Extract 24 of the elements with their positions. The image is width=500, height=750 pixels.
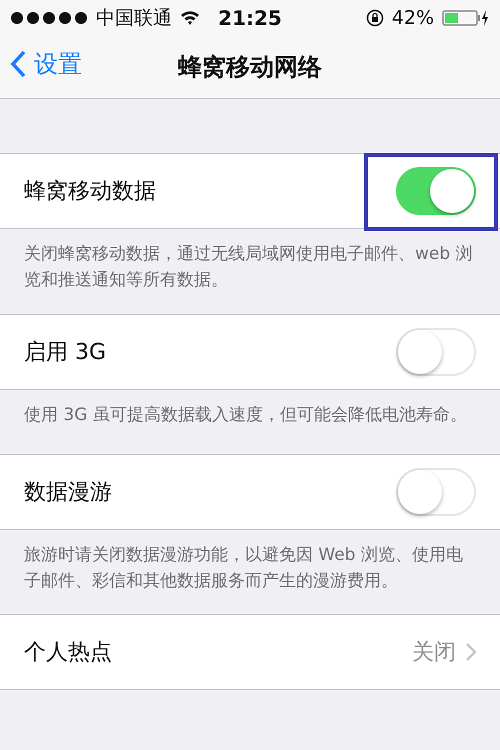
settings-row[interactable]: 蜂窝移动数据 <box>0 153 500 229</box>
rotation-lock-icon <box>366 9 384 27</box>
row-label: 个人热点 <box>24 639 113 668</box>
clock-time: 21:25 <box>218 6 282 30</box>
row-label: 数据漫游 <box>24 478 113 507</box>
section-footer: 使用 3G 虽可提高数据载入速度，但可能会降低电池寿命。 <box>0 390 500 454</box>
section-footer: 旅游时请关闭数据漫游功能，以避免因 Web 浏览、使用电子邮件、彩信和其他数据服务而产生的漫游费用。 <box>0 530 500 614</box>
row-label: 蜂窝移动数据 <box>24 178 157 206</box>
chevron-right-icon <box>466 643 476 662</box>
page-title: 蜂窝移动网络 <box>178 52 322 83</box>
back-button[interactable]: 设置 <box>10 48 82 80</box>
chevron-left-icon <box>10 50 26 78</box>
settings-row[interactable]: 个人热点 关闭 <box>0 614 500 690</box>
battery-percent: 42% <box>392 7 434 29</box>
signal-icon <box>10 11 88 25</box>
settings-row[interactable]: 启用 3G <box>0 314 500 390</box>
wifi-icon <box>180 10 200 26</box>
settings-row[interactable]: 数据漫游 <box>0 454 500 530</box>
row-value: 关闭 <box>412 639 456 668</box>
toggle-switch[interactable] <box>396 167 476 215</box>
battery-charging-icon <box>442 9 490 27</box>
row-label: 启用 3G <box>24 338 108 367</box>
section-footer: 关闭蜂窝移动数据，通过无线局域网使用电子邮件、web 浏览和推送通知等所有数据。 <box>0 229 500 314</box>
carrier-name: 中国联通 <box>96 6 172 31</box>
